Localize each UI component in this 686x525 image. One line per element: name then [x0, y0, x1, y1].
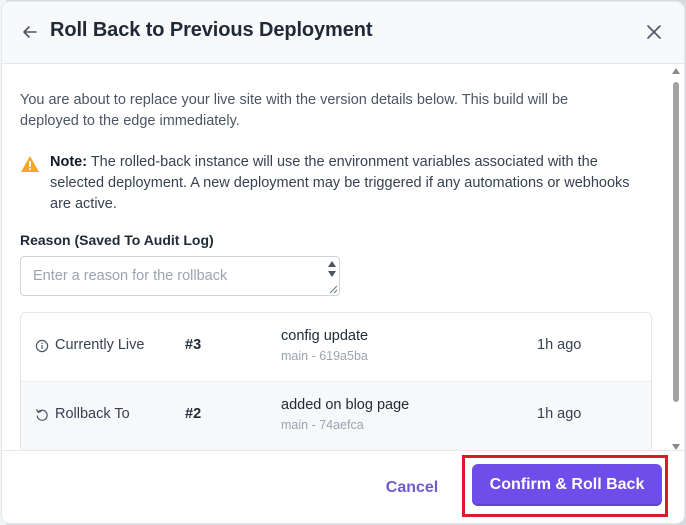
spinner-arrows-icon[interactable]: [327, 259, 337, 281]
resize-grip-icon[interactable]: [328, 284, 338, 294]
deployment-row-rollback: Rollback To #2 added on blog page main -…: [21, 381, 651, 450]
note-body: The rolled-back instance will use the en…: [50, 154, 630, 212]
rollback-modal: Roll Back to Previous Deployment You are…: [2, 2, 684, 523]
row-status-label: Currently Live: [55, 337, 145, 353]
reason-field[interactable]: [20, 256, 345, 296]
modal-body[interactable]: You are about to replace your live site …: [2, 64, 684, 450]
modal-footer: Cancel Confirm & Roll Back: [2, 450, 684, 523]
scroll-up-arrow-icon[interactable]: [672, 68, 680, 74]
deployment-time: 1h ago: [537, 337, 582, 353]
row-status-label: Rollback To: [55, 406, 130, 422]
deployment-table: Currently Live #3 config update main - 6…: [20, 312, 652, 450]
commit-ref: main - 619a5ba: [281, 349, 368, 363]
modal-title: Roll Back to Previous Deployment: [50, 19, 373, 41]
commit-message: config update: [281, 328, 369, 344]
reason-label: Reason (Saved To Audit Log): [20, 232, 214, 248]
rotate-ccw-icon: [36, 409, 48, 421]
close-icon[interactable]: [644, 22, 664, 42]
cancel-button[interactable]: Cancel: [370, 471, 454, 505]
note-text: Note: The rolled-back instance will use …: [50, 152, 630, 215]
scroll-thumb[interactable]: [673, 82, 679, 402]
commit-ref: main - 74aefca: [281, 418, 364, 432]
deployment-row-current: Currently Live #3 config update main - 6…: [21, 313, 651, 381]
deployment-time: 1h ago: [537, 406, 582, 422]
note-label: Note:: [50, 154, 88, 170]
warning-icon: [21, 156, 39, 172]
vertical-scrollbar[interactable]: [671, 68, 681, 450]
arrow-left-icon[interactable]: [20, 22, 40, 42]
modal-header: Roll Back to Previous Deployment: [2, 2, 684, 64]
deployment-number: #2: [185, 406, 202, 422]
commit-message: added on blog page: [281, 397, 410, 413]
deployment-number: #3: [185, 337, 202, 353]
reason-input[interactable]: [21, 257, 345, 295]
info-circle-icon: [35, 339, 49, 353]
intro-text: You are about to replace your live site …: [20, 92, 569, 129]
confirm-rollback-button[interactable]: Confirm & Roll Back: [472, 464, 662, 506]
